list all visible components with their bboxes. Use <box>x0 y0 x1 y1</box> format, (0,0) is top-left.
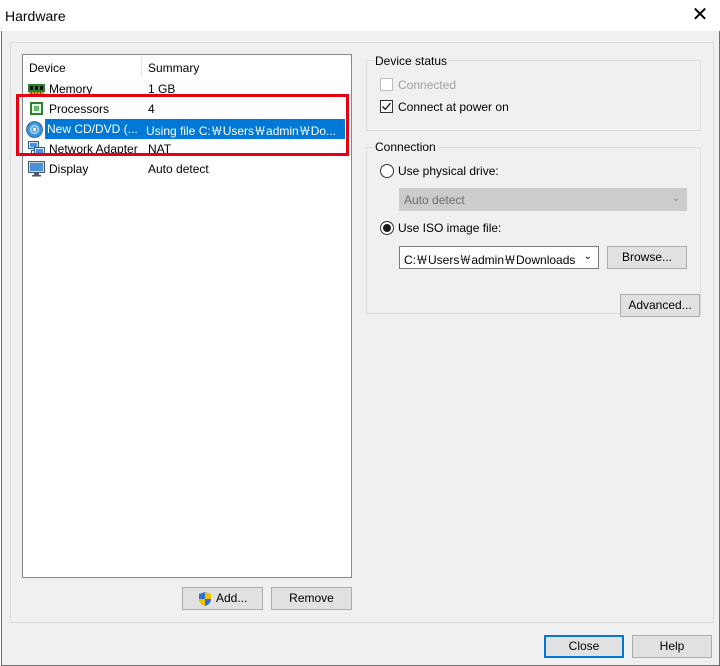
physical-drive-select[interactable]: Auto detect ⌄ <box>399 188 687 211</box>
checkmark-icon <box>382 102 392 111</box>
close-window-icon[interactable]: ✕ <box>686 2 714 28</box>
column-header-summary[interactable]: Summary <box>148 61 199 75</box>
use-physical-drive-label: Use physical drive: <box>398 164 499 178</box>
column-separator[interactable] <box>141 58 142 76</box>
use-iso-image-label: Use ISO image file: <box>398 221 502 235</box>
window-title: Hardware <box>5 8 66 24</box>
device-name: Display <box>49 162 89 176</box>
device-row-network-adapter[interactable]: Network Adapter NAT <box>25 139 347 159</box>
physical-drive-value: Auto detect <box>404 193 465 207</box>
add-button[interactable]: Add... <box>182 587 263 610</box>
advanced-button[interactable]: Advanced... <box>620 294 700 317</box>
network-adapter-icon <box>28 141 45 157</box>
radio-selected-dot <box>383 224 391 232</box>
device-summary: 4 <box>148 102 155 116</box>
memory-icon <box>28 81 45 97</box>
device-status-group <box>366 60 701 131</box>
column-header-device[interactable]: Device <box>29 61 66 75</box>
device-status-label: Device status <box>374 54 449 68</box>
uac-shield-icon <box>197 591 213 607</box>
device-row-cd-dvd[interactable]: New CD/DVD (... Using file C:￦Users￦admi… <box>26 119 345 139</box>
cd-dvd-icon <box>26 121 43 138</box>
connect-at-power-on-checkbox[interactable] <box>380 100 393 113</box>
iso-image-path-value: C:￦Users￦admin￦Downloads <box>404 253 576 267</box>
browse-button[interactable]: Browse... <box>607 246 687 269</box>
remove-button[interactable]: Remove <box>271 587 352 610</box>
device-summary: Auto detect <box>148 162 209 176</box>
device-name: Memory <box>49 82 93 96</box>
device-row-display[interactable]: Display Auto detect <box>25 159 347 179</box>
processor-icon <box>28 101 45 117</box>
device-summary: NAT <box>148 142 172 156</box>
chevron-down-icon[interactable]: ⌄ <box>584 251 592 262</box>
close-button[interactable]: Close <box>544 635 624 658</box>
title-bar: Hardware ✕ <box>0 0 720 31</box>
connected-label: Connected <box>398 78 457 92</box>
connected-checkbox[interactable] <box>380 78 393 91</box>
device-name: New CD/DVD (... <box>47 122 138 136</box>
connect-at-power-on-label: Connect at power on <box>398 100 509 114</box>
device-list[interactable]: Device Summary Memory 1 GB Processors 4 … <box>22 54 352 578</box>
iso-image-path-combo[interactable]: C:￦Users￦admin￦Downloads ⌄ <box>399 246 599 269</box>
device-summary: 1 GB <box>148 82 176 96</box>
connection-label: Connection <box>374 140 437 154</box>
use-iso-image-radio[interactable] <box>380 221 394 235</box>
device-list-header: Device Summary <box>23 55 351 77</box>
device-name: Processors <box>49 102 110 116</box>
use-physical-drive-radio[interactable] <box>380 164 394 178</box>
device-row-processors[interactable]: Processors 4 <box>25 99 347 119</box>
help-button[interactable]: Help <box>632 635 712 658</box>
device-summary: Using file C:￦Users￦admin￦Do... <box>146 124 337 138</box>
device-name: Network Adapter <box>49 142 138 156</box>
chevron-down-icon: ⌄ <box>671 193 680 204</box>
dialog-body: Device Summary Memory 1 GB Processors 4 … <box>1 31 720 666</box>
add-button-label: Add... <box>216 591 248 605</box>
display-icon <box>28 161 45 177</box>
device-row-memory[interactable]: Memory 1 GB <box>25 79 347 99</box>
